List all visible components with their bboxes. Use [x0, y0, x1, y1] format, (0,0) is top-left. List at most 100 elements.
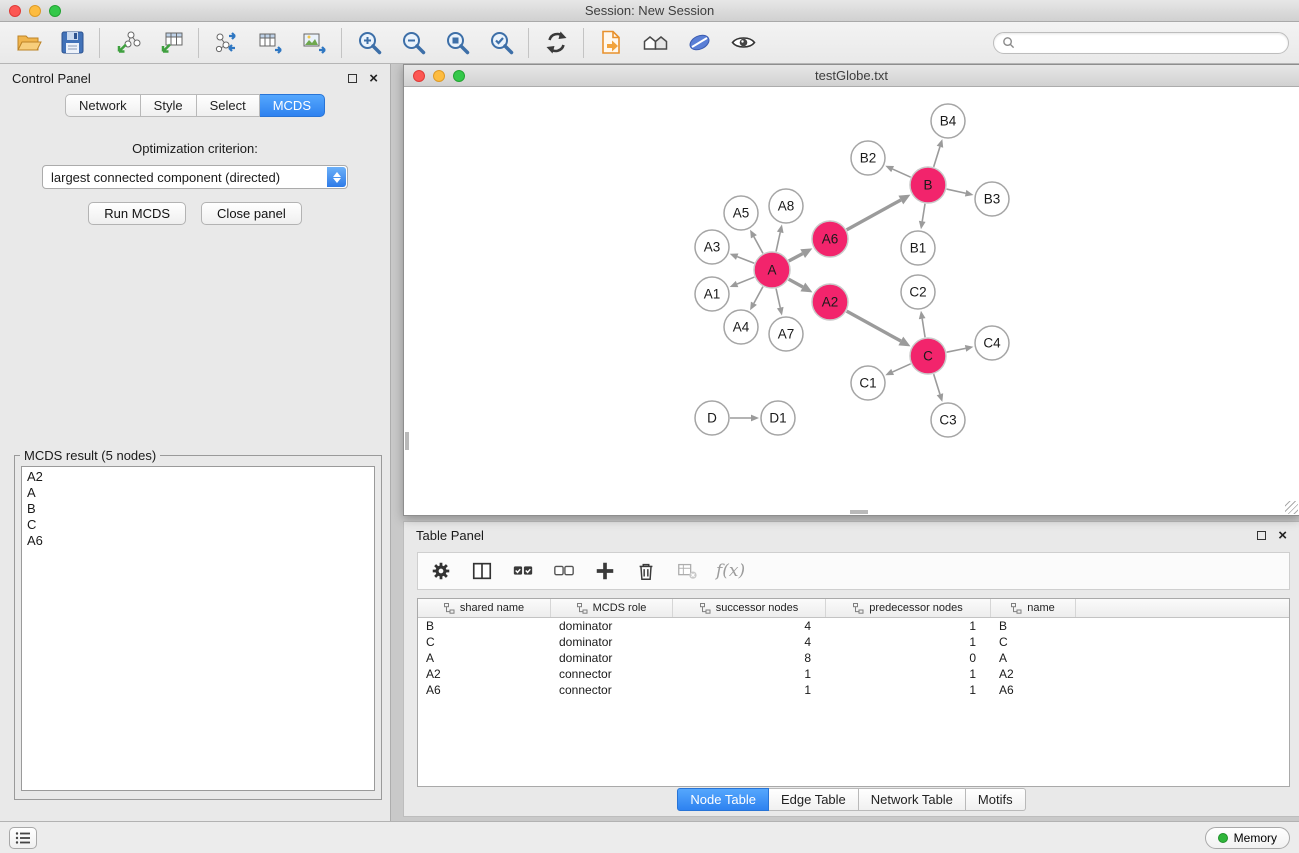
tab-edge-table[interactable]: Edge Table [769, 788, 859, 811]
graph-edge-A-A4[interactable] [754, 287, 763, 304]
delete-column-button[interactable] [634, 559, 658, 583]
close-window-button[interactable] [9, 5, 21, 17]
graph-edge-A-A1[interactable] [737, 277, 754, 284]
task-history-button[interactable] [9, 827, 37, 849]
network-window-titlebar[interactable]: testGlobe.txt [404, 65, 1299, 87]
network-graph[interactable]: B4B2BB3A5A8A6B1A3AC2A1A2A4A7C4CC1C3DD1 [404, 87, 1299, 515]
tab-node-table[interactable]: Node Table [677, 788, 769, 811]
float-panel-icon[interactable] [348, 74, 357, 83]
tab-mcds[interactable]: MCDS [260, 94, 325, 117]
apply-layout-button[interactable] [538, 25, 574, 61]
zoom-in-button[interactable] [351, 25, 387, 61]
mcds-result-item[interactable]: A6 [27, 533, 369, 549]
memory-button[interactable]: Memory [1205, 827, 1290, 849]
graph-node-A6[interactable]: A6 [812, 221, 848, 257]
table-row[interactable]: Adominator80A [418, 650, 1289, 666]
resize-handle[interactable] [1285, 501, 1298, 514]
graph-edge-A6-B[interactable] [847, 200, 901, 230]
column-header-MCDS-role[interactable]: MCDS role [551, 599, 673, 617]
tab-style[interactable]: Style [141, 94, 197, 117]
table-row[interactable]: A2connector11A2 [418, 666, 1289, 682]
tab-select[interactable]: Select [197, 94, 260, 117]
open-session-button[interactable] [10, 25, 46, 61]
graph-node-C1[interactable]: C1 [851, 366, 885, 400]
minimize-network-window-button[interactable] [433, 70, 445, 82]
optimization-criterion-dropdown[interactable]: largest connected component (directed) [42, 165, 348, 189]
mcds-result-item[interactable]: A [27, 485, 369, 501]
graph-node-A7[interactable]: A7 [769, 317, 803, 351]
column-header-predecessor-nodes[interactable]: predecessor nodes [826, 599, 991, 617]
graph-node-B2[interactable]: B2 [851, 141, 885, 175]
graph-edge-A-A2[interactable] [789, 279, 803, 287]
graph-node-D[interactable]: D [695, 401, 729, 435]
mcds-result-list[interactable]: A2ABCA6 [21, 466, 375, 791]
graph-edge-A-A5[interactable] [754, 237, 763, 254]
home-button[interactable] [637, 25, 673, 61]
zoom-out-button[interactable] [395, 25, 431, 61]
graph-edge-B-B3[interactable] [947, 189, 966, 193]
save-session-button[interactable] [54, 25, 90, 61]
table-row[interactable]: Bdominator41B [418, 618, 1289, 634]
table-row[interactable]: Cdominator41C [418, 634, 1289, 650]
graph-node-A8[interactable]: A8 [769, 189, 803, 223]
graph-edge-C-C4[interactable] [947, 348, 966, 352]
column-header-name[interactable]: name [991, 599, 1076, 617]
graph-edge-B-B2[interactable] [893, 169, 911, 177]
export-table-button[interactable] [252, 25, 288, 61]
graph-node-B4[interactable]: B4 [931, 104, 965, 138]
graph-edge-C-C2[interactable] [922, 319, 925, 338]
zoom-selected-button[interactable] [483, 25, 519, 61]
tab-motifs[interactable]: Motifs [966, 788, 1026, 811]
mcds-result-item[interactable]: A2 [27, 469, 369, 485]
graph-edge-C-C1[interactable] [893, 364, 911, 372]
column-header-successor-nodes[interactable]: successor nodes [673, 599, 826, 617]
mcds-result-item[interactable]: B [27, 501, 369, 517]
tab-network[interactable]: Network [65, 94, 141, 117]
graph-edge-C-C3[interactable] [934, 374, 940, 394]
minimize-window-button[interactable] [29, 5, 41, 17]
table-settings-button[interactable] [429, 559, 453, 583]
search-input[interactable] [1020, 36, 1280, 50]
graph-edge-A-A7[interactable] [776, 289, 780, 308]
graph-node-C4[interactable]: C4 [975, 326, 1009, 360]
graph-node-C2[interactable]: C2 [901, 275, 935, 309]
network-canvas[interactable]: B4B2BB3A5A8A6B1A3AC2A1A2A4A7C4CC1C3DD1 [404, 87, 1299, 515]
search-field[interactable] [993, 32, 1289, 54]
run-mcds-button[interactable]: Run MCDS [88, 202, 186, 225]
graph-node-A4[interactable]: A4 [724, 310, 758, 344]
graph-node-D1[interactable]: D1 [761, 401, 795, 435]
zoom-fit-button[interactable] [439, 25, 475, 61]
function-builder-button[interactable]: f(x) [716, 559, 745, 583]
graph-node-A2[interactable]: A2 [812, 284, 848, 320]
graph-node-A5[interactable]: A5 [724, 196, 758, 230]
select-all-columns-button[interactable] [511, 559, 535, 583]
vertical-scrollbar-thumb[interactable] [405, 432, 409, 450]
close-network-window-button[interactable] [413, 70, 425, 82]
graph-edge-B-B1[interactable] [922, 204, 925, 222]
graph-node-C3[interactable]: C3 [931, 403, 965, 437]
graph-edge-B-B4[interactable] [934, 147, 940, 167]
close-panel-button[interactable]: Close panel [201, 202, 302, 225]
graph-node-C[interactable]: C [910, 338, 946, 374]
unselect-all-columns-button[interactable] [552, 559, 576, 583]
graph-node-A1[interactable]: A1 [695, 277, 729, 311]
graph-node-A[interactable]: A [754, 252, 790, 288]
graph-node-B1[interactable]: B1 [901, 231, 935, 265]
graph-edge-A-A8[interactable] [776, 232, 780, 251]
show-columns-button[interactable] [470, 559, 494, 583]
create-column-button[interactable] [593, 559, 617, 583]
graph-node-B3[interactable]: B3 [975, 182, 1009, 216]
import-network-button[interactable] [109, 25, 145, 61]
float-table-panel-icon[interactable] [1257, 531, 1266, 540]
close-panel-icon[interactable]: × [369, 74, 378, 83]
graph-edge-A2-C[interactable] [847, 311, 901, 341]
column-header-shared-name[interactable]: shared name [418, 599, 551, 617]
zoom-network-window-button[interactable] [453, 70, 465, 82]
table-row[interactable]: A6connector11A6 [418, 682, 1289, 698]
graph-node-A3[interactable]: A3 [695, 230, 729, 264]
close-table-panel-icon[interactable]: × [1278, 531, 1287, 540]
export-image-button[interactable] [296, 25, 332, 61]
export-network-button[interactable] [208, 25, 244, 61]
tab-network-table[interactable]: Network Table [859, 788, 966, 811]
horizontal-scrollbar-thumb[interactable] [850, 510, 868, 514]
